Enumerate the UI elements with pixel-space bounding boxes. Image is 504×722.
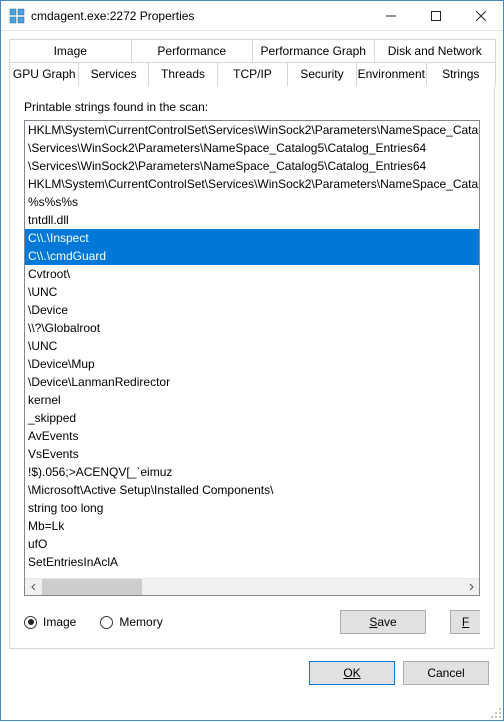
tab-security[interactable]: Security	[287, 62, 357, 86]
tab-performance[interactable]: Performance	[131, 39, 254, 62]
radio-image[interactable]: Image	[24, 615, 76, 629]
strings-listbox[interactable]: HKLM\System\CurrentControlSet\Services\W…	[24, 120, 480, 596]
string-line[interactable]: \Device	[25, 301, 479, 319]
find-button-truncated[interactable]: F	[450, 610, 480, 634]
string-line[interactable]: _skipped	[25, 409, 479, 427]
tab-performance-graph[interactable]: Performance Graph	[252, 39, 375, 62]
window-title: cmdagent.exe:2272 Properties	[31, 9, 368, 23]
tab-row-2: GPU Graph Services Threads TCP/IP Securi…	[9, 62, 495, 86]
string-line[interactable]: \Microsoft\Active Setup\Installed Compon…	[25, 481, 479, 499]
cancel-button[interactable]: Cancel	[403, 661, 489, 685]
tab-disk-network[interactable]: Disk and Network	[374, 39, 497, 62]
string-line[interactable]: \Services\WinSock2\Parameters\NameSpace_…	[25, 139, 479, 157]
ok-button[interactable]: OK	[309, 661, 395, 685]
scroll-thumb[interactable]	[42, 579, 142, 596]
tab-row-1: Image Performance Performance Graph Disk…	[9, 39, 495, 62]
string-line[interactable]: HKLM\System\CurrentControlSet\Services\W…	[25, 175, 479, 193]
resize-grip-icon[interactable]	[488, 705, 502, 719]
string-line[interactable]: tntdll.dll	[25, 211, 479, 229]
string-line[interactable]: ufO	[25, 535, 479, 553]
string-line[interactable]: Mb=Lk	[25, 517, 479, 535]
tab-tcpip[interactable]: TCP/IP	[217, 62, 287, 86]
string-line[interactable]: C\\.\Inspect	[25, 229, 479, 247]
string-line[interactable]: %s%s%s	[25, 193, 479, 211]
properties-window: cmdagent.exe:2272 Properties Image Perfo…	[0, 0, 504, 721]
strings-list: HKLM\System\CurrentControlSet\Services\W…	[25, 121, 479, 578]
radio-memory[interactable]: Memory	[100, 615, 162, 629]
tab-gpu-graph[interactable]: GPU Graph	[9, 62, 79, 86]
tab-services[interactable]: Services	[78, 62, 148, 86]
tab-threads[interactable]: Threads	[148, 62, 218, 86]
source-radio-group: Image Memory Save F	[24, 610, 480, 634]
tab-image[interactable]: Image	[9, 39, 132, 62]
radio-dot-icon	[100, 616, 113, 629]
strings-heading: Printable strings found in the scan:	[24, 100, 480, 114]
string-line[interactable]: \\?\Globalroot	[25, 319, 479, 337]
string-line[interactable]: Cvtroot\	[25, 265, 479, 283]
string-line[interactable]: \UNC	[25, 337, 479, 355]
close-button[interactable]	[458, 1, 503, 30]
dialog-footer: OK Cancel	[9, 649, 495, 685]
string-line[interactable]: VsEvents	[25, 445, 479, 463]
horizontal-scrollbar[interactable]	[25, 578, 479, 595]
string-line[interactable]: \Device\LanmanRedirector	[25, 373, 479, 391]
save-button[interactable]: Save	[340, 610, 426, 634]
string-line[interactable]: \UNC	[25, 283, 479, 301]
scroll-right-icon[interactable]	[462, 579, 479, 596]
string-line[interactable]: HKLM\System\CurrentControlSet\Services\W…	[25, 121, 479, 139]
string-line[interactable]: \Device\Mup	[25, 355, 479, 373]
string-line[interactable]: SetEntriesInAclA	[25, 553, 479, 571]
radio-memory-label: Memory	[119, 615, 162, 629]
string-line[interactable]: kernel	[25, 391, 479, 409]
string-line[interactable]: \Services\WinSock2\Parameters\NameSpace_…	[25, 157, 479, 175]
maximize-button[interactable]	[413, 1, 458, 30]
tab-strings[interactable]: Strings	[426, 62, 496, 86]
client-area: Image Performance Performance Graph Disk…	[1, 31, 503, 720]
string-line[interactable]: AvEvents	[25, 427, 479, 445]
string-line[interactable]: C\\.\cmdGuard	[25, 247, 479, 265]
scroll-track[interactable]	[42, 579, 462, 596]
minimize-button[interactable]	[368, 1, 413, 30]
scroll-left-icon[interactable]	[25, 579, 42, 596]
radio-image-label: Image	[43, 615, 76, 629]
string-line[interactable]: string too long	[25, 499, 479, 517]
string-line[interactable]: !$).056;>ACENQV[_`eimuz	[25, 463, 479, 481]
titlebar[interactable]: cmdagent.exe:2272 Properties	[1, 1, 503, 31]
radio-dot-icon	[24, 616, 37, 629]
tab-environment[interactable]: Environment	[356, 62, 426, 86]
tab-control: Image Performance Performance Graph Disk…	[9, 39, 495, 649]
app-icon	[9, 8, 25, 24]
strings-panel: Printable strings found in the scan: HKL…	[9, 85, 495, 649]
